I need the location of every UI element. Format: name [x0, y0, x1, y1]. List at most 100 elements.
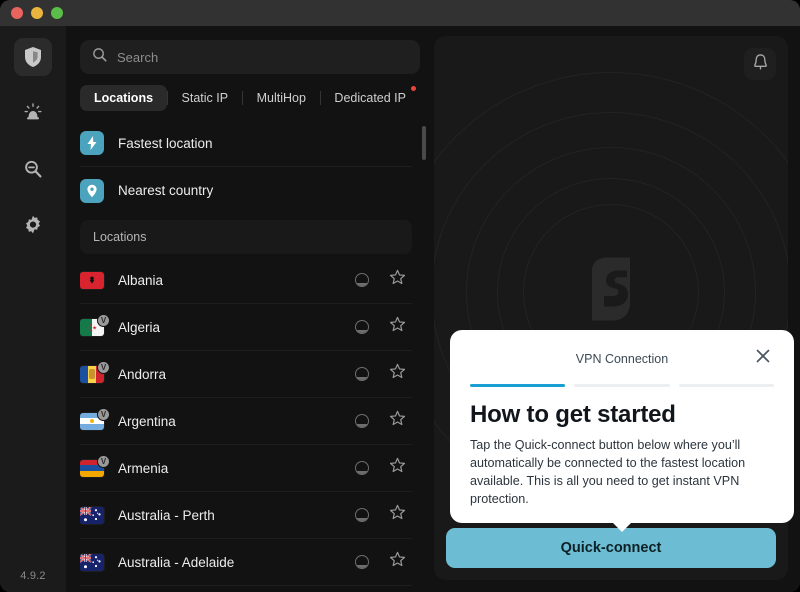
shield-icon [23, 46, 43, 68]
minimize-window-button[interactable] [31, 7, 43, 19]
quick-connect-button[interactable]: Quick-connect [446, 528, 776, 568]
flag-argentina: V [80, 407, 110, 430]
row-actions [355, 269, 406, 291]
tab-label: MultiHop [256, 91, 306, 105]
table-row[interactable]: V Andorra [80, 351, 412, 398]
flag-armenia: V [80, 454, 110, 477]
search-icon [22, 158, 44, 180]
virtual-server-badge: V [97, 360, 110, 374]
sidebar-item-alert[interactable] [14, 94, 52, 132]
virtual-server-badge: V [97, 313, 110, 327]
row-actions [355, 504, 406, 526]
favorite-star-icon[interactable] [389, 269, 406, 291]
popover-arrow [612, 522, 632, 532]
server-load-indicator[interactable] [355, 555, 369, 569]
country-name: Armenia [118, 460, 169, 476]
scrollbar-thumb[interactable] [422, 126, 426, 160]
section-header-label: Locations [93, 230, 147, 244]
flag-australia [80, 553, 104, 571]
server-load-indicator[interactable] [355, 367, 369, 381]
list-item-label: Nearest country [118, 183, 214, 198]
step-3[interactable] [678, 384, 774, 387]
popover-heading: How to get started [470, 401, 676, 428]
list-scrollbar[interactable] [422, 124, 426, 592]
close-icon [755, 348, 771, 369]
table-row[interactable]: Australia - Perth [80, 492, 412, 539]
country-name: Australia - Perth [118, 507, 215, 523]
country-name: Argentina [118, 413, 176, 429]
titlebar [0, 0, 800, 26]
table-row[interactable]: V Armenia [80, 445, 412, 492]
sidebar-item-search[interactable] [14, 150, 52, 188]
tab-label: Locations [94, 91, 154, 105]
country-name: Algeria [118, 319, 161, 335]
pin-icon [80, 178, 104, 203]
row-actions [355, 363, 406, 385]
tab-label: Static IP [181, 91, 229, 105]
flag-algeria: V [80, 313, 110, 336]
app-window: 4.9.2 Locations Static IP [0, 0, 800, 592]
row-actions [355, 316, 406, 338]
row-actions [355, 551, 406, 573]
table-row[interactable]: V Algeria [80, 304, 412, 351]
tab-locations[interactable]: Locations [80, 85, 168, 111]
country-name: Australia - Adelaide [118, 554, 235, 570]
list-item-label: Fastest location [118, 135, 213, 151]
server-load-indicator[interactable] [355, 320, 369, 334]
surfshark-logo [580, 254, 642, 329]
server-load-indicator[interactable] [355, 273, 369, 287]
close-window-button[interactable] [11, 7, 23, 19]
country-name: Andorra [118, 366, 167, 382]
country-name: Albania [118, 272, 164, 288]
flag-australia [80, 506, 104, 524]
popover-header: VPN Connection [470, 346, 774, 372]
new-badge-dot [411, 86, 416, 91]
alert-icon [22, 102, 44, 124]
flag-albania [80, 271, 104, 289]
table-row[interactable]: Albania [80, 257, 412, 304]
sidebar-item-settings[interactable] [14, 206, 52, 244]
gear-icon [22, 214, 44, 236]
step-1[interactable] [470, 384, 566, 387]
step-2[interactable] [574, 384, 670, 387]
zoom-window-button[interactable] [51, 7, 63, 19]
notifications-button[interactable] [744, 48, 776, 80]
locations-panel: Locations Static IP MultiHop Dedicated I… [66, 26, 434, 592]
server-load-indicator[interactable] [355, 414, 369, 428]
popover-body: Tap the Quick-connect button below where… [470, 438, 746, 506]
table-row[interactable]: Australia - Adelaide [80, 539, 412, 586]
locations-list: Fastest location Nearest country Locatio… [80, 120, 428, 592]
app-version: 4.9.2 [20, 570, 46, 582]
bell-icon [752, 53, 769, 76]
search-bar[interactable] [80, 40, 420, 74]
favorite-star-icon[interactable] [389, 316, 406, 338]
table-row[interactable]: V Argentina [80, 398, 412, 445]
favorite-star-icon[interactable] [389, 363, 406, 385]
server-load-indicator[interactable] [355, 508, 369, 522]
search-icon [92, 47, 107, 67]
tab-static-ip[interactable]: Static IP [168, 85, 243, 111]
list-item-fastest-location[interactable]: Fastest location [80, 120, 412, 167]
locations-section-header: Locations [80, 220, 412, 254]
sidebar-item-vpn[interactable] [14, 38, 52, 76]
row-actions [355, 410, 406, 432]
favorite-star-icon[interactable] [389, 551, 406, 573]
popover-close-button[interactable] [750, 345, 776, 371]
server-load-indicator[interactable] [355, 461, 369, 475]
search-input[interactable] [117, 49, 408, 65]
favorite-star-icon[interactable] [389, 504, 406, 526]
sidebar: 4.9.2 [0, 26, 66, 592]
virtual-server-badge: V [97, 407, 110, 421]
favorite-star-icon[interactable] [389, 457, 406, 479]
virtual-server-badge: V [97, 454, 110, 468]
row-actions [355, 457, 406, 479]
tab-label: Dedicated IP [334, 91, 406, 105]
tab-dedicated-ip[interactable]: Dedicated IP [320, 85, 420, 111]
lightning-icon [80, 131, 104, 155]
flag-andorra: V [80, 360, 110, 383]
popover-title: VPN Connection [575, 352, 669, 366]
favorite-star-icon[interactable] [389, 410, 406, 432]
popover-step-indicator [470, 384, 774, 387]
tab-multihop[interactable]: MultiHop [243, 85, 320, 111]
list-item-nearest-country[interactable]: Nearest country [80, 167, 412, 214]
